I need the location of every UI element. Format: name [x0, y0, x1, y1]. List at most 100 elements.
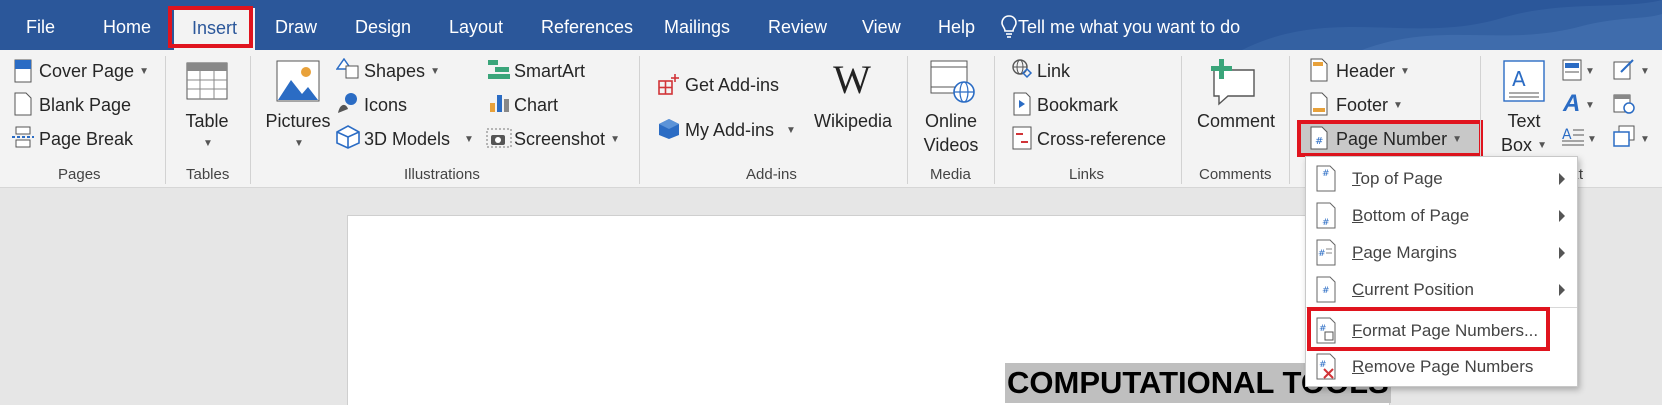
cross-reference-button[interactable]: Cross-reference	[1037, 127, 1166, 151]
tab-insert[interactable]: Insert	[174, 8, 256, 50]
media-group-label: Media	[930, 166, 971, 183]
chevron-down-icon[interactable]: ▼	[1640, 66, 1650, 77]
page-number-bottom-icon: #	[1316, 202, 1336, 229]
chart-icon	[490, 95, 509, 112]
blank-page-button[interactable]: Blank Page	[39, 93, 131, 117]
svg-text:#: #	[1315, 136, 1323, 147]
tab-draw[interactable]: Draw	[275, 0, 317, 50]
table-button[interactable]: Table	[185, 109, 229, 133]
text-box-button[interactable]: Text Box ▼	[1494, 109, 1554, 158]
footer-icon	[1310, 92, 1328, 116]
videos-label: Videos	[923, 135, 979, 155]
cover-page-button[interactable]: Cover Page ▼	[39, 59, 149, 84]
tab-references[interactable]: References	[541, 0, 633, 50]
3d-models-icon	[336, 125, 360, 149]
my-addins-button[interactable]: My Add-ins ▼	[685, 118, 796, 143]
tables-group-label: Tables	[186, 166, 230, 183]
comment-button[interactable]: Comment	[1190, 109, 1282, 133]
chevron-down-icon: ▼	[1393, 100, 1403, 111]
box-label: Box	[1501, 135, 1533, 155]
menu-item-format-page-numbers[interactable]: # Format Page Numbers...	[1306, 313, 1577, 350]
menu-item-label: Format Page Numbers...	[1352, 321, 1539, 340]
addins-group-label: Add-ins	[746, 166, 797, 183]
page-number-button[interactable]: Page Number ▼	[1336, 127, 1462, 152]
icons-button[interactable]: Icons	[364, 93, 407, 117]
submenu-arrow-icon	[1559, 247, 1565, 259]
footer-label: Footer	[1336, 95, 1389, 115]
header-label: Header	[1336, 61, 1396, 81]
wikipedia-button[interactable]: Wikipedia	[810, 109, 896, 133]
smartart-button[interactable]: SmartArt	[514, 59, 585, 83]
page-number-label: Page Number	[1336, 129, 1448, 149]
illustrations-group-label: Illustrations	[404, 166, 480, 183]
tab-design[interactable]: Design	[355, 0, 411, 50]
pictures-button[interactable]: Pictures	[265, 109, 331, 133]
date-time-icon	[1613, 94, 1635, 114]
get-addins-button[interactable]: Get Add-ins	[685, 73, 779, 97]
smartart-icon	[488, 60, 510, 79]
cross-reference-icon	[1012, 126, 1032, 150]
shapes-icon	[336, 58, 359, 79]
svg-text:#: #	[1319, 360, 1327, 370]
chevron-down-icon: ▼	[1537, 140, 1547, 151]
screenshot-icon	[486, 128, 512, 148]
table-icon	[186, 62, 228, 100]
menu-item-page-margins[interactable]: # Page Margins	[1306, 235, 1577, 272]
group-divider	[1181, 56, 1182, 184]
bookmark-button[interactable]: Bookmark	[1037, 93, 1118, 117]
chevron-down-icon: ▼	[139, 66, 149, 77]
menu-item-remove-page-numbers[interactable]: # Remove Page Numbers	[1306, 349, 1577, 386]
page-break-button[interactable]: Page Break	[39, 127, 133, 151]
tab-file[interactable]: File	[26, 0, 55, 50]
tab-review[interactable]: Review	[768, 0, 827, 50]
tab-view[interactable]: View	[862, 0, 901, 50]
tab-mailings[interactable]: Mailings	[664, 0, 730, 50]
chevron-down-icon: ▼	[610, 134, 620, 145]
tab-layout[interactable]: Layout	[449, 0, 503, 50]
menu-item-current-position[interactable]: # Current Position	[1306, 272, 1577, 309]
chart-button[interactable]: Chart	[514, 93, 558, 117]
chevron-down-icon: ▼	[430, 66, 440, 77]
svg-text:A: A	[1512, 67, 1526, 91]
group-divider	[1289, 56, 1290, 184]
chevron-down-icon[interactable]: ▼	[1585, 100, 1595, 111]
menu-item-label: Page Margins	[1352, 243, 1457, 262]
online-videos-button[interactable]: Online Videos	[916, 109, 986, 157]
chevron-down-icon[interactable]: ▼	[1585, 66, 1595, 77]
quick-parts-icon	[1562, 59, 1582, 81]
screenshot-button[interactable]: Screenshot ▼	[514, 127, 620, 152]
chevron-down-icon: ▼	[786, 125, 796, 136]
tab-home[interactable]: Home	[103, 0, 151, 50]
my-addins-label: My Add-ins	[685, 120, 775, 140]
header-button[interactable]: Header ▼	[1336, 59, 1410, 84]
wordart-icon[interactable]: A	[1563, 90, 1580, 118]
chevron-down-icon[interactable]: ▼	[1587, 134, 1597, 145]
submenu-arrow-icon	[1559, 284, 1565, 296]
tab-help[interactable]: Help	[938, 0, 975, 50]
chevron-down-icon: ▼	[294, 138, 304, 149]
page-number-icon: #	[1310, 126, 1328, 150]
3d-models-button[interactable]: 3D Models ▼	[364, 127, 474, 152]
blank-page-icon	[14, 92, 32, 116]
text-label: Text	[1507, 111, 1541, 131]
menu-item-label: Top of Page	[1352, 169, 1443, 188]
chevron-down-icon: ▼	[464, 134, 474, 145]
group-divider	[250, 56, 251, 184]
text-box-icon: A	[1503, 60, 1545, 102]
menu-item-label: Current Position	[1352, 280, 1474, 299]
menu-item-bottom-of-page[interactable]: # Bottom of Page	[1306, 198, 1577, 235]
page-number-top-icon: #	[1316, 165, 1336, 192]
page-number-menu: # Top of Page # Bottom of Page # Page Ma…	[1305, 156, 1578, 387]
tell-me-search[interactable]: Tell me what you want to do	[1018, 0, 1240, 50]
get-addins-icon	[658, 74, 679, 95]
shapes-button[interactable]: Shapes ▼	[364, 59, 440, 84]
menu-divider	[1306, 307, 1577, 308]
comments-group-label: Comments	[1199, 166, 1272, 183]
remove-page-numbers-icon: #	[1316, 353, 1336, 380]
chevron-down-icon[interactable]: ▼	[1640, 134, 1650, 145]
menu-item-top-of-page[interactable]: # Top of Page	[1306, 161, 1577, 198]
menu-item-label: Bottom of Page	[1352, 206, 1470, 225]
3d-models-label: 3D Models	[364, 129, 451, 149]
footer-button[interactable]: Footer ▼	[1336, 93, 1403, 118]
link-button[interactable]: Link	[1037, 59, 1070, 83]
